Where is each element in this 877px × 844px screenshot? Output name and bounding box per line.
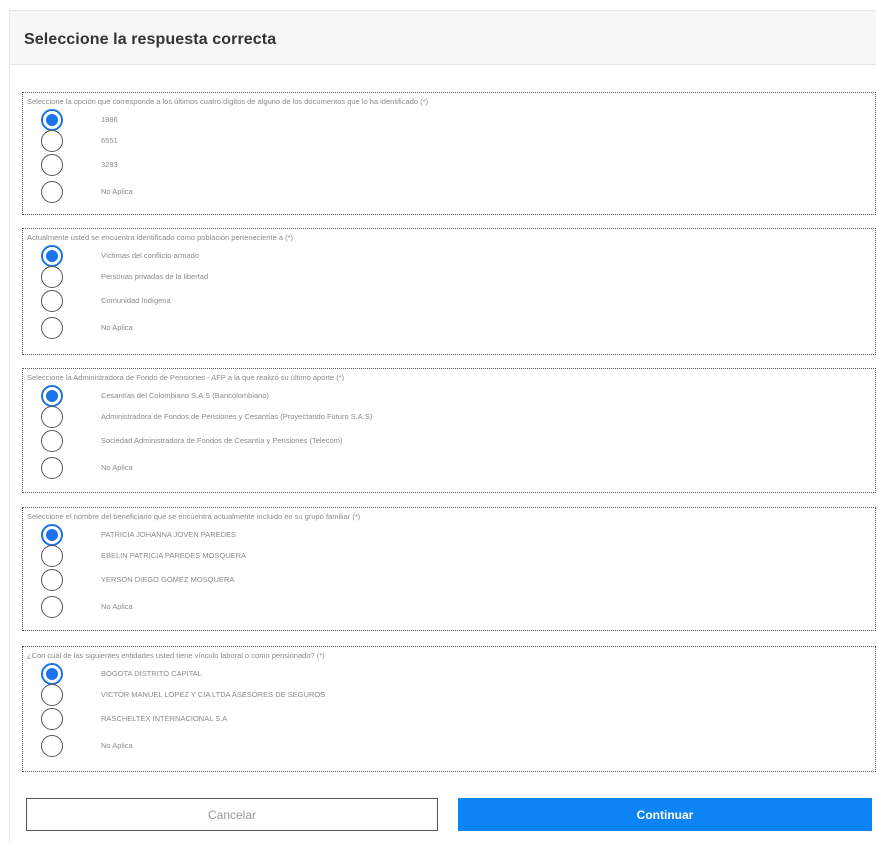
answer-option[interactable]: Personas privadas de la libertad	[23, 266, 875, 290]
question-text: Actualmente usted se encuentra identific…	[27, 233, 293, 242]
cancel-button[interactable]: Cancelar	[26, 798, 438, 831]
radio-button[interactable]	[41, 663, 63, 685]
option-label: Administradora de Fondos de Pensiones y …	[101, 412, 373, 421]
option-label: 3283	[101, 160, 118, 169]
answer-option[interactable]: No Aplica	[23, 457, 875, 481]
option-label: Cesantías del Colombiano S.A.S (Bancolom…	[101, 391, 270, 400]
option-label: PATRICIA JOHANNA JOVEN PAREDES	[101, 530, 237, 539]
option-label: YERSON DIEGO GOMEZ MOSQUERA	[101, 575, 235, 584]
option-label: Víctimas del conflicto armado	[101, 251, 199, 260]
answer-option[interactable]: RASCHELTEX INTERNACIONAL S.A	[23, 708, 875, 732]
option-label: No Aplica	[101, 741, 133, 750]
option-label: BOGOTA DISTRITO CAPITAL	[101, 669, 202, 678]
radio-button[interactable]	[41, 430, 63, 452]
radio-button[interactable]	[41, 708, 63, 730]
question-block: ¿Con cuál de las siguientes entidades us…	[22, 646, 876, 772]
radio-button[interactable]	[41, 406, 63, 428]
radio-button[interactable]	[41, 524, 63, 546]
answer-option[interactable]: Sociedad Administradora de Fondos de Ces…	[23, 430, 875, 454]
question-block: Seleccione la Administradora de Fondo de…	[22, 368, 876, 493]
radio-button[interactable]	[41, 457, 63, 479]
continue-button[interactable]: Continuar	[458, 798, 872, 831]
page-title: Seleccione la respuesta correcta	[24, 31, 277, 48]
option-label: EBELIN PATRICIA PAREDES MOSQUERA	[101, 551, 247, 560]
option-label: Personas privadas de la libertad	[101, 272, 209, 281]
option-label: Sociedad Administradora de Fondos de Ces…	[101, 436, 343, 445]
radio-button[interactable]	[41, 569, 63, 591]
question-block: Seleccione la opción que corresponde a l…	[22, 92, 876, 215]
answer-option[interactable]: 6551	[23, 130, 875, 154]
radio-button[interactable]	[41, 154, 63, 176]
question-text: Seleccione el nombre del beneficiario qu…	[27, 512, 361, 521]
answer-option[interactable]: Comunidad Indígena	[23, 290, 875, 314]
answer-option[interactable]: No Aplica	[23, 317, 875, 341]
option-label: No Aplica	[101, 602, 133, 611]
radio-button[interactable]	[41, 684, 63, 706]
radio-button[interactable]	[41, 290, 63, 312]
radio-button[interactable]	[41, 545, 63, 567]
option-label: No Aplica	[101, 323, 133, 332]
answer-option[interactable]: Administradora de Fondos de Pensiones y …	[23, 406, 875, 430]
radio-button[interactable]	[41, 266, 63, 288]
answer-option[interactable]: 3283	[23, 154, 875, 178]
radio-button[interactable]	[41, 130, 63, 152]
option-label: 6551	[101, 136, 118, 145]
answer-option[interactable]: YERSON DIEGO GOMEZ MOSQUERA	[23, 569, 875, 593]
answer-option[interactable]: No Aplica	[23, 181, 875, 205]
option-label: Comunidad Indígena	[101, 296, 171, 305]
radio-button[interactable]	[41, 245, 63, 267]
question-block: Actualmente usted se encuentra identific…	[22, 228, 876, 355]
option-label: 1886	[101, 115, 118, 124]
question-text: ¿Con cuál de las siguientes entidades us…	[27, 651, 325, 660]
answer-option[interactable]: EBELIN PATRICIA PAREDES MOSQUERA	[23, 545, 875, 569]
radio-button[interactable]	[41, 181, 63, 203]
question-text: Seleccione la opción que corresponde a l…	[27, 97, 429, 106]
question-block: Seleccione el nombre del beneficiario qu…	[22, 507, 876, 631]
answer-option[interactable]: No Aplica	[23, 735, 875, 759]
card-header: Seleccione la respuesta correcta	[10, 11, 876, 65]
radio-button[interactable]	[41, 735, 63, 757]
radio-button[interactable]	[41, 109, 63, 131]
option-label: No Aplica	[101, 187, 133, 196]
option-label: VICTOR MANUEL LOPEZ Y CIA LTDA ASESORES …	[101, 690, 326, 699]
option-label: No Aplica	[101, 463, 133, 472]
answer-option[interactable]: No Aplica	[23, 596, 875, 620]
radio-button[interactable]	[41, 385, 63, 407]
radio-button[interactable]	[41, 317, 63, 339]
answer-option[interactable]: VICTOR MANUEL LOPEZ Y CIA LTDA ASESORES …	[23, 684, 875, 708]
option-label: RASCHELTEX INTERNACIONAL S.A	[101, 714, 228, 723]
radio-button[interactable]	[41, 596, 63, 618]
question-text: Seleccione la Administradora de Fondo de…	[27, 373, 345, 382]
